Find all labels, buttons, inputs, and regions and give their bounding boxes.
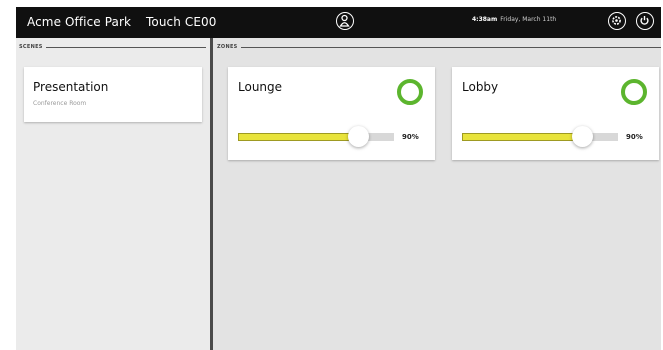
zone-name: Lobby	[462, 80, 499, 94]
user-icon	[339, 14, 350, 27]
dimmer-level: 90%	[626, 133, 643, 141]
user-button[interactable]	[336, 12, 354, 30]
zone-power-toggle[interactable]	[621, 79, 647, 105]
dimmer-fill	[462, 133, 583, 141]
power-button[interactable]	[636, 12, 654, 30]
scenes-label: SCENES	[19, 44, 43, 50]
zones-label: ZONES	[217, 44, 238, 50]
power-icon	[640, 16, 649, 25]
dimmer-knob[interactable]	[348, 126, 370, 147]
zone-card-lounge[interactable]: Lounge 90%	[228, 67, 435, 160]
scenes-rule	[46, 47, 206, 48]
zone-power-toggle[interactable]	[397, 79, 423, 105]
app-frame: Acme Office Park Touch CE00 4:38am Friday…	[16, 7, 661, 350]
zone-name: Lounge	[238, 80, 283, 94]
pane-divider	[210, 38, 213, 350]
scene-card[interactable]: Presentation Conference Room	[24, 67, 202, 122]
dimmer-level: 90%	[402, 133, 419, 141]
settings-button[interactable]	[608, 12, 626, 30]
clock: 4:38am Friday, March 11th	[472, 16, 556, 23]
site-name: Acme Office Park	[27, 15, 132, 29]
zone-card-lobby[interactable]: Lobby 90%	[452, 67, 659, 160]
settings-icon	[612, 16, 621, 25]
dimmer-track[interactable]	[462, 133, 618, 141]
dimmer-knob[interactable]	[572, 126, 594, 147]
dimmer-track[interactable]	[238, 133, 394, 141]
time-text: 4:38am	[472, 16, 498, 23]
date-text: Friday, March 11th	[500, 16, 557, 23]
panel-name: Touch CE00	[146, 15, 217, 29]
top-bar: Acme Office Park Touch CE00 4:38am Friday…	[16, 7, 661, 38]
dimmer-fill	[238, 133, 359, 141]
scene-title: Presentation	[33, 80, 109, 94]
scene-subtitle: Conference Room	[33, 100, 87, 107]
zones-rule	[241, 47, 661, 48]
